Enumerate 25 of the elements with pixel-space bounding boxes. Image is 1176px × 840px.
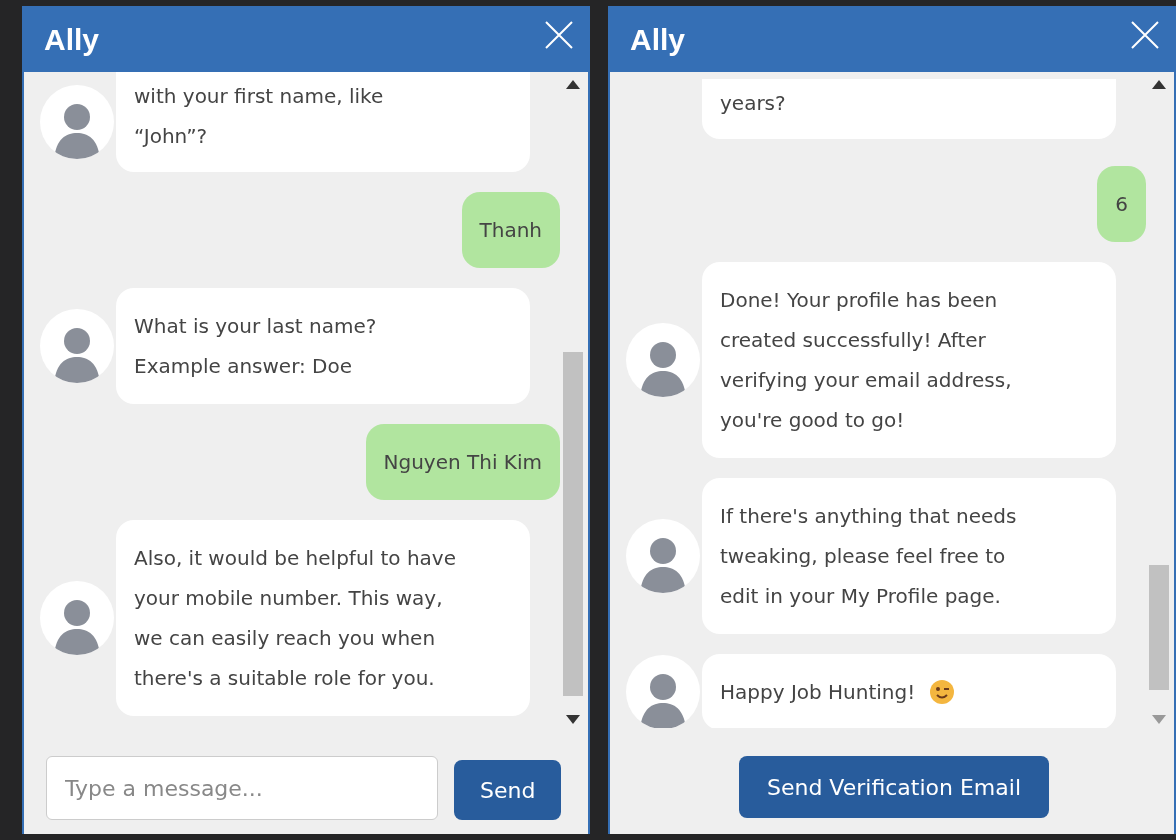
message-text: Nguyen Thi Kim (383, 449, 542, 476)
scrollbar-thumb[interactable] (1149, 564, 1169, 690)
message-input[interactable]: Type a message... (46, 756, 438, 820)
scroll-down-icon[interactable] (566, 715, 580, 724)
message-text: with your first name, like “John”? (134, 83, 384, 150)
scroll-up-icon[interactable] (566, 80, 580, 89)
chat-title: Ally (630, 23, 686, 57)
scroll-up-icon[interactable] (1152, 80, 1166, 89)
close-icon (1130, 20, 1160, 50)
message-text: If there's anything that needs tweaking, please feel free to edit in your My Profile page. (720, 503, 1017, 610)
message-text: 6 (1115, 191, 1128, 218)
winking-face-icon (929, 679, 956, 705)
message-text: Happy Job Hunting! (720, 679, 916, 706)
scrollbar-thumb[interactable] (563, 351, 583, 697)
send-button[interactable]: Send (454, 760, 562, 820)
close-icon (544, 20, 574, 50)
message-text: Done! Your profile has been created successfully! After verifying your email address, you're good to go! (720, 287, 1012, 434)
chat-title: Ally (44, 23, 100, 57)
message-text: Also, it would be helpful to have your mobile number. This way, we can easily reach you when there's a suitable role for you. (134, 545, 456, 692)
message-text: Thanh (479, 217, 542, 244)
message-text: What is your last name? Example answer: Doe (134, 313, 377, 380)
send-verification-button[interactable]: Send Verification Email (738, 756, 1049, 818)
message-text: years? (720, 90, 786, 117)
close-button[interactable] (1130, 20, 1160, 50)
close-button[interactable] (544, 20, 574, 50)
